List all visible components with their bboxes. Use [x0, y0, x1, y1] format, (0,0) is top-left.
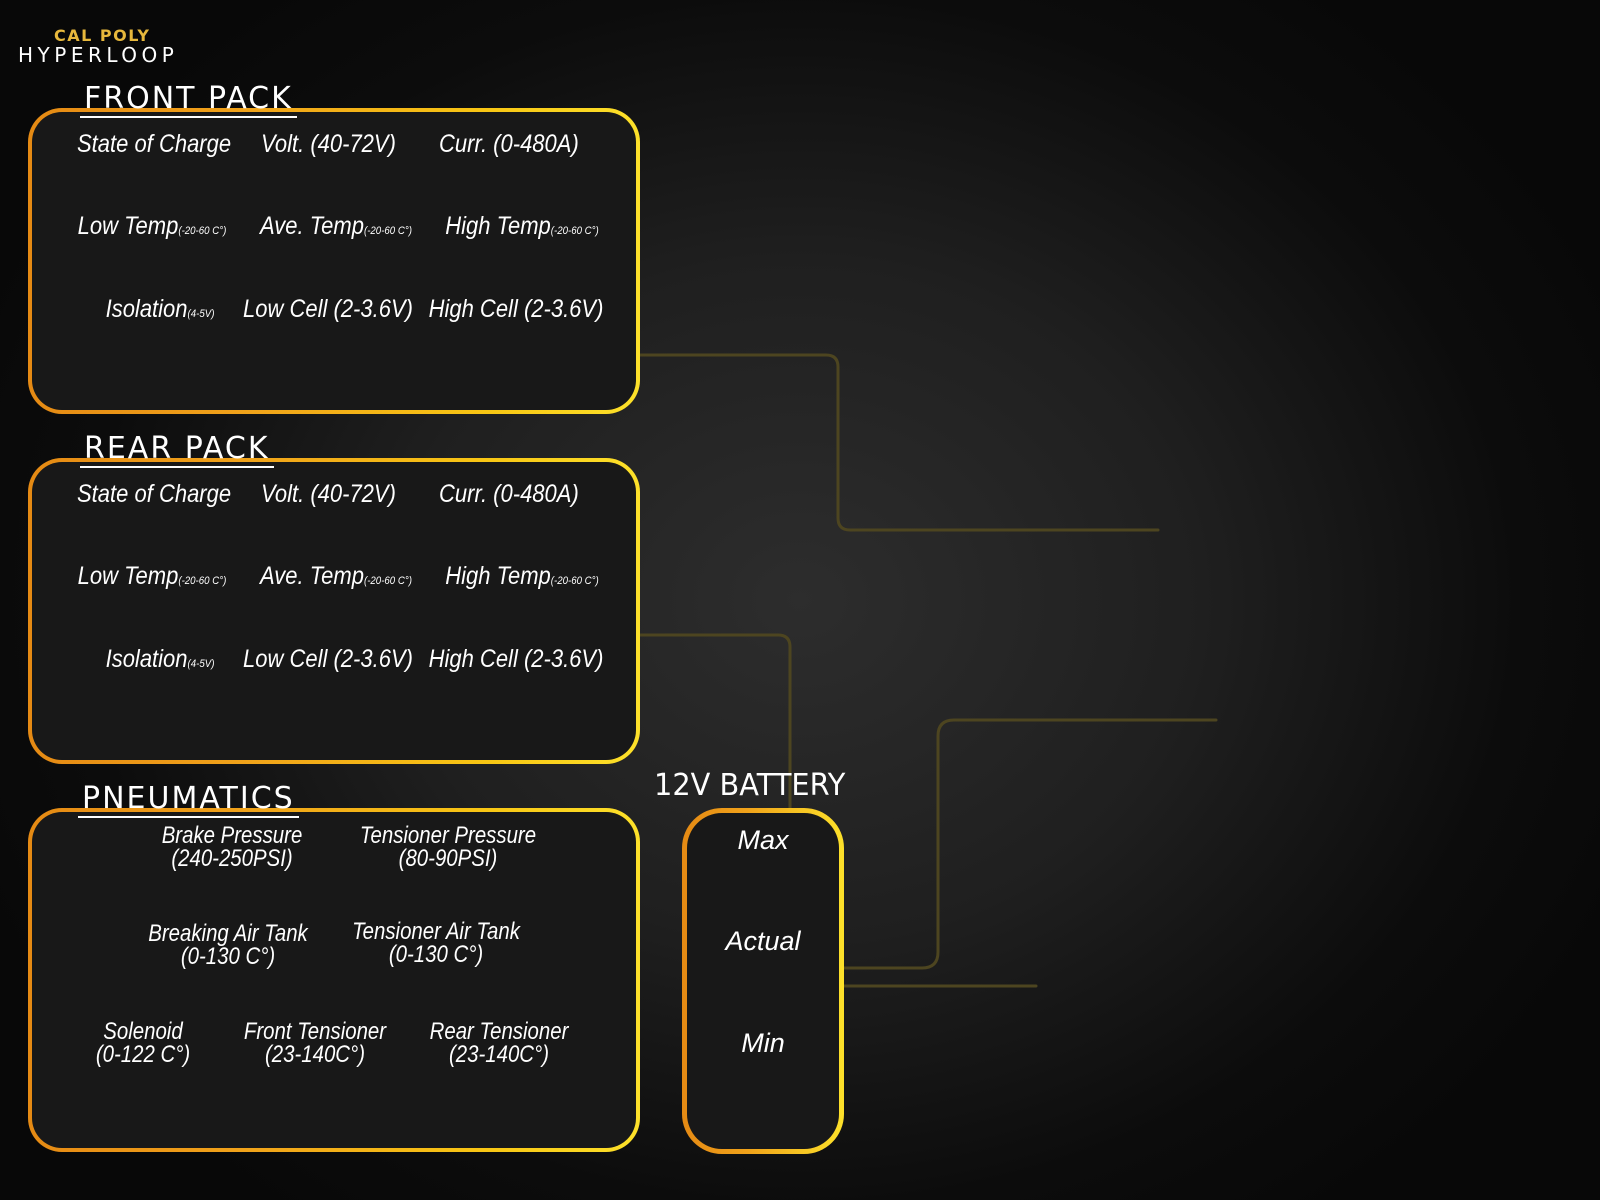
battery-actual-label: Actual [725, 926, 801, 956]
front-pack-title: FRONT PACK [80, 82, 297, 118]
front-ave-temp-label: Ave. Temp(-20-60 C°) [260, 212, 412, 240]
battery-min-label: Min [741, 1028, 785, 1058]
battery-max-label: Max [737, 825, 789, 855]
front-curr-label: Curr. (0-480A) [439, 130, 579, 158]
front-isolation-label: Isolation(4-5V) [105, 295, 215, 323]
rear-soc-label: State of Charge [77, 480, 232, 508]
rear-ave-temp-label: Ave. Temp(-20-60 C°) [260, 562, 412, 590]
front-high-cell-label: High Cell (2-3.6V) [428, 295, 604, 323]
front-soc-label: State of Charge [77, 130, 232, 158]
pneumatics-title: PNEUMATICS [78, 782, 299, 818]
rear-high-temp-label: High Temp(-20-60 C°) [445, 562, 599, 590]
rear-curr-label: Curr. (0-480A) [439, 480, 579, 508]
rear-low-cell-label: Low Cell (2-3.6V) [243, 645, 413, 673]
rear-volt-label: Volt. (40-72V) [261, 480, 396, 508]
front-pack-panel: FRONT PACK State of Charge Volt. (40-72V… [28, 82, 640, 414]
solenoid-label: Solenoid (0-122 C°) [95, 1018, 191, 1068]
front-tensioner-label: Front Tensioner (23-140C°) [243, 1018, 387, 1068]
front-pack-connector [630, 353, 1160, 532]
rear-pack-panel: REAR PACK State of Charge Volt. (40-72V)… [28, 432, 640, 764]
brake-pressure-label: Brake Pressure (240-250PSI) [161, 822, 303, 872]
battery-connector [828, 718, 1218, 970]
front-low-temp-label: Low Temp(-20-60 C°) [77, 212, 227, 240]
rear-low-temp-label: Low Temp(-20-60 C°) [77, 562, 227, 590]
rear-pack-title: REAR PACK [80, 432, 274, 468]
rear-high-cell-label: High Cell (2-3.6V) [428, 645, 604, 673]
rear-tensioner-label: Rear Tensioner (23-140C°) [429, 1018, 569, 1068]
tensioner-pressure-label: Tensioner Pressure (80-90PSI) [359, 822, 537, 872]
front-high-temp-label: High Temp(-20-60 C°) [445, 212, 599, 240]
pneumatics-panel: PNEUMATICS Brake Pressure (240-250PSI) Te… [28, 782, 640, 1152]
front-volt-label: Volt. (40-72V) [261, 130, 396, 158]
logo-bottom-text: HYPERLOOP [18, 43, 179, 67]
breaking-air-tank-label: Breaking Air Tank (0-130 C°) [148, 920, 308, 970]
battery-12v-title: 12V BATTERY [654, 768, 846, 803]
rear-isolation-label: Isolation(4-5V) [105, 645, 215, 673]
tensioner-air-tank-label: Tensioner Air Tank (0-130 C°) [352, 918, 520, 968]
battery-12v-panel: Max Actual Min [682, 808, 844, 1154]
front-low-cell-label: Low Cell (2-3.6V) [243, 295, 413, 323]
